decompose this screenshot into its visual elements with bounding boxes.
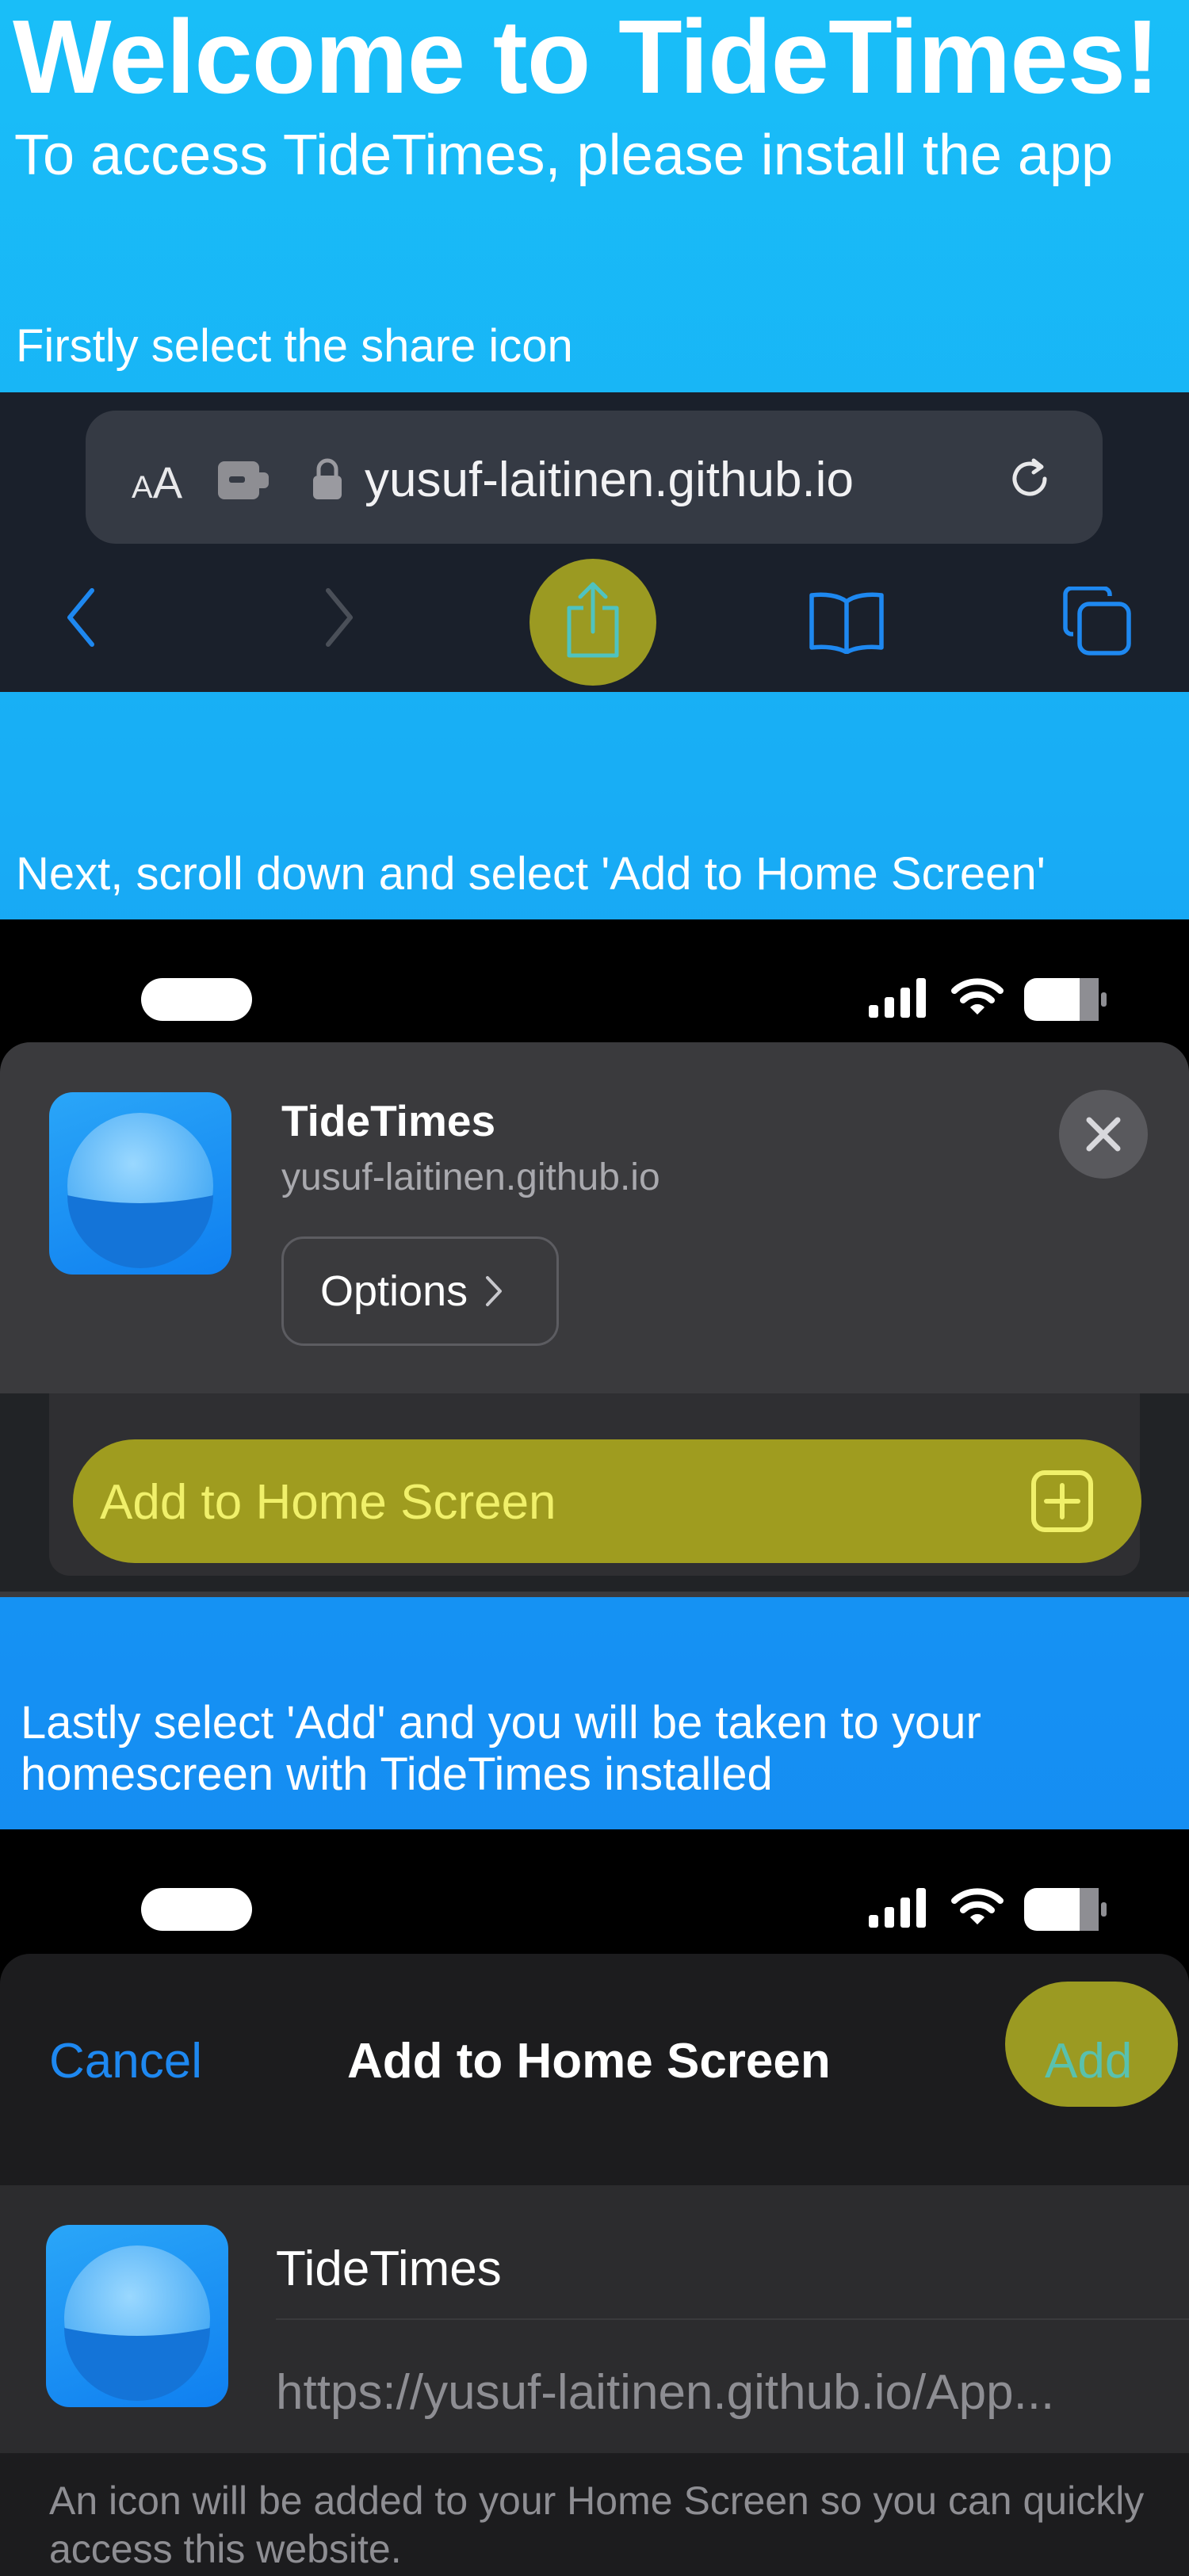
tabs-icon[interactable] (1062, 586, 1132, 660)
back-icon[interactable] (65, 587, 97, 652)
share-app-name: TideTimes (281, 1096, 496, 1145)
lock-icon (312, 457, 343, 505)
options-button[interactable]: Options (281, 1236, 559, 1346)
step-2-instruction: Next, scroll down and select 'Add to Hom… (16, 848, 1046, 900)
cellular-signal-icon (869, 978, 929, 1022)
battery-icon (1024, 978, 1108, 1025)
sheet-title: Add to Home Screen (347, 2034, 831, 2089)
bookmarks-icon[interactable] (807, 590, 886, 658)
step-3-instruction-line2: homescreen with TideTimes installed (21, 1749, 773, 1800)
chevron-right-icon (486, 1276, 503, 1306)
options-label: Options (320, 1267, 468, 1315)
app-icon (49, 1092, 231, 1275)
bookmark-fields: TideTimes https://yusuf-laitinen.github.… (0, 2185, 1189, 2453)
sheet-footnote: An icon will be added to your Home Scree… (49, 2479, 1145, 2571)
reload-icon[interactable] (1005, 454, 1054, 507)
share-app-url: yusuf-laitinen.github.io (281, 1156, 660, 1198)
safari-toolbar-screenshot: AA yusuf-laitinen.github.io (0, 392, 1189, 692)
cellular-signal-icon (869, 1888, 929, 1932)
wifi-icon (951, 1885, 1004, 1932)
page-title: Welcome to TideTimes! (13, 0, 1160, 115)
cancel-button[interactable]: Cancel (49, 2033, 202, 2089)
add-to-home-sheet: Cancel Add to Home Screen Add TideTimes … (0, 1954, 1189, 2576)
add-to-home-screenshot: Cancel Add to Home Screen Add TideTimes … (0, 1829, 1189, 2576)
dynamic-island (141, 1888, 252, 1931)
close-icon (1086, 1117, 1121, 1152)
text-size-icon[interactable]: AA (132, 457, 182, 508)
url-field: https://yusuf-laitinen.github.io/App... (276, 2365, 1055, 2420)
extension-icon[interactable] (218, 460, 270, 505)
step-3-instruction-line1: Lastly select 'Add' and you will be take… (21, 1697, 981, 1749)
field-divider (276, 2318, 1189, 2320)
share-sheet-screenshot: TideTimes yusuf-laitinen.github.io Optio… (0, 919, 1189, 1597)
address-bar[interactable]: AA yusuf-laitinen.github.io (86, 411, 1103, 544)
dynamic-island (141, 978, 252, 1021)
name-field[interactable]: TideTimes (276, 2241, 502, 2297)
wifi-icon (951, 975, 1004, 1022)
add-square-icon (1030, 1470, 1094, 1537)
add-to-home-screen-button[interactable]: Add to Home Screen (73, 1439, 1141, 1563)
add-to-home-screen-label: Add to Home Screen (100, 1475, 556, 1530)
page-subtitle: To access TideTimes, please install the … (14, 124, 1114, 187)
share-icon[interactable] (563, 581, 623, 664)
close-button[interactable] (1059, 1090, 1148, 1179)
app-icon (46, 2225, 228, 2407)
step-1-instruction: Firstly select the share icon (16, 320, 573, 372)
forward-icon[interactable] (323, 587, 355, 652)
battery-icon (1024, 1888, 1108, 1935)
url-text[interactable]: yusuf-laitinen.github.io (365, 452, 854, 508)
add-button[interactable]: Add (1045, 2033, 1132, 2089)
